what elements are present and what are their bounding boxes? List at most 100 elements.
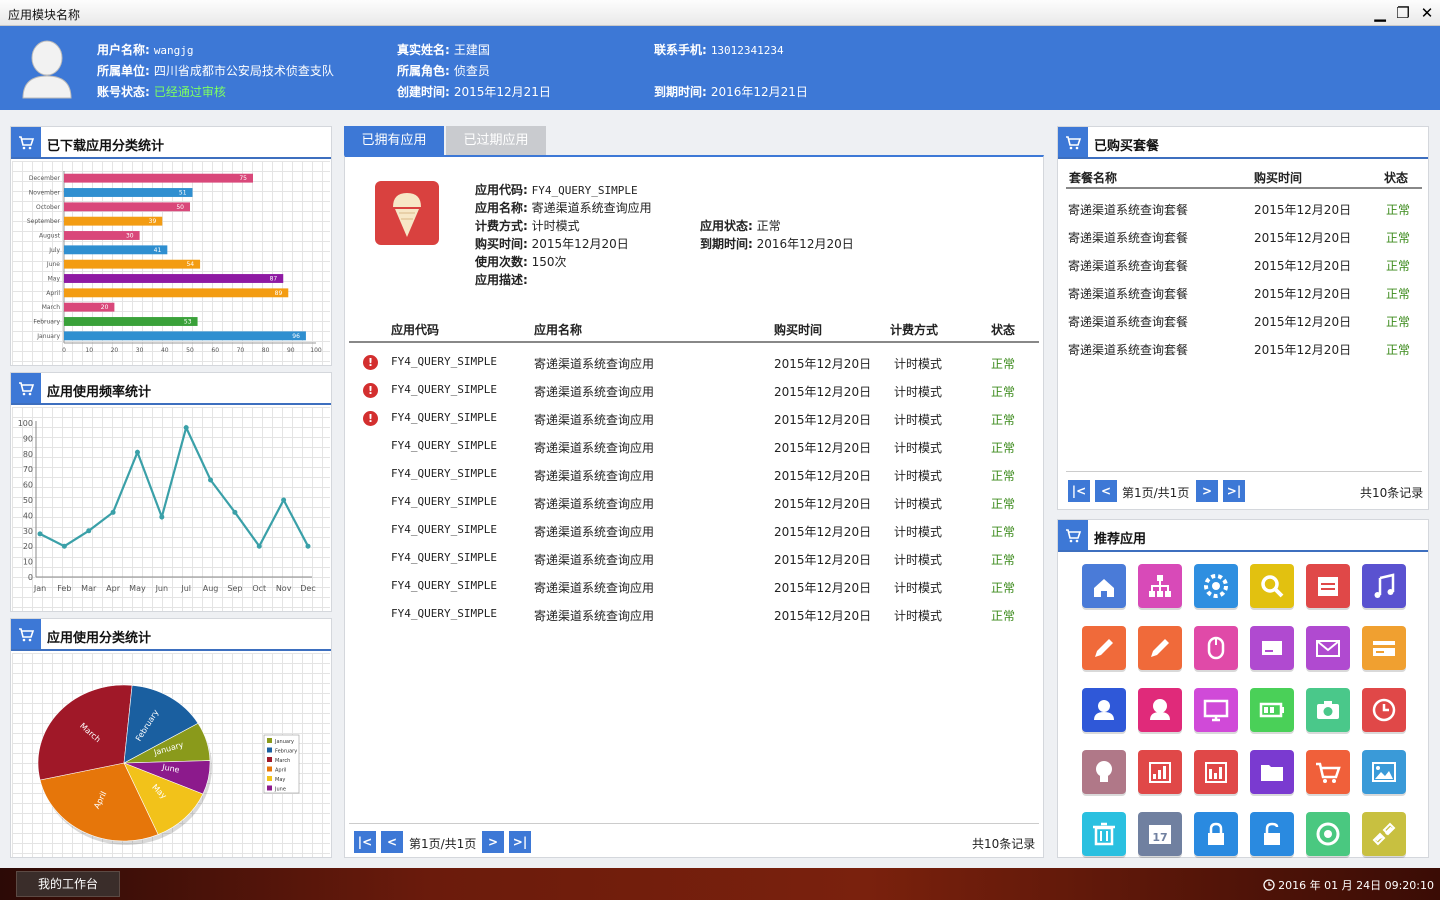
line-point: [305, 543, 311, 549]
bar-category-label: May: [48, 276, 61, 283]
music-icon: [1374, 573, 1395, 598]
next-page-button[interactable]: >: [482, 831, 504, 853]
monitor-app-tile[interactable]: [1194, 688, 1238, 732]
link-app-tile[interactable]: [1362, 812, 1406, 856]
cell-name: 寄递渠道系统查询应用: [534, 385, 655, 399]
line-point: [232, 509, 238, 515]
created-value: 2015年12月21日: [453, 85, 551, 99]
wallet-app-tile[interactable]: [1362, 626, 1406, 670]
x-tick-label: Jul: [180, 584, 191, 593]
record-count: 共10条记录: [1360, 486, 1424, 500]
lock-icon: [1208, 822, 1224, 845]
cell-package-date: 2015年12月20日: [1254, 231, 1352, 245]
bar-category-label: December: [29, 175, 61, 182]
bar-chart-app-tile[interactable]: [1194, 750, 1238, 794]
last-page-button[interactable]: >|: [1223, 480, 1245, 502]
calendar-app-tile[interactable]: [1306, 564, 1350, 608]
music-app-tile[interactable]: [1362, 564, 1406, 608]
image-app-tile[interactable]: [1362, 750, 1406, 794]
chart-app-tile[interactable]: [1138, 750, 1182, 794]
code-label: 应用代码:: [475, 183, 528, 197]
lock-app-tile[interactable]: [1194, 812, 1238, 856]
settings-app-tile[interactable]: [1194, 564, 1238, 608]
cell-package-name: 寄递渠道系统查询套餐: [1068, 343, 1189, 357]
table-row[interactable]: FY4_QUERY_SIMPLE 寄递渠道系统查询应用 2015年12月20日 计时模…: [349, 461, 1039, 489]
cell-status: 正常: [991, 357, 1016, 371]
package-row[interactable]: 寄递渠道系统查询套餐 2015年12月20日 正常: [1066, 307, 1422, 335]
user-info-header: 用户名称: wangjg 所属单位: 四川省成都市公安局技术侦查支队 账号状态: 已经…: [0, 26, 1440, 110]
camera-app-tile[interactable]: [1306, 688, 1350, 732]
edit-app-tile[interactable]: [1138, 626, 1182, 670]
last-page-button[interactable]: >|: [509, 831, 531, 853]
unlock-app-tile[interactable]: [1250, 812, 1294, 856]
clock-icon: [1372, 698, 1396, 722]
table-row[interactable]: FY4_QUERY_SIMPLE 寄递渠道系统查询应用 2015年12月20日 计时模…: [349, 517, 1039, 545]
bar: [64, 317, 198, 326]
cell-code: FY4_QUERY_SIMPLE: [391, 383, 497, 396]
trash-app-tile[interactable]: [1082, 812, 1126, 856]
workspace-button[interactable]: 我的工作台: [16, 871, 120, 897]
package-row[interactable]: 寄递渠道系统查询套餐 2015年12月20日 正常: [1066, 335, 1422, 363]
battery-app-tile[interactable]: [1250, 688, 1294, 732]
col-package-name: 套餐名称: [1069, 171, 1118, 185]
restore-button[interactable]: ❐: [1393, 3, 1413, 23]
table-row[interactable]: ! FY4_QUERY_SIMPLE 寄递渠道系统查询应用 2015年12月20日 计时…: [349, 377, 1039, 405]
folder-app-tile[interactable]: [1250, 750, 1294, 794]
user-app-tile[interactable]: [1082, 688, 1126, 732]
table-row[interactable]: FY4_QUERY_SIMPLE 寄递渠道系统查询应用 2015年12月20日 计时模…: [349, 433, 1039, 461]
clock-icon: [1262, 879, 1275, 891]
prev-page-button[interactable]: <: [1095, 480, 1117, 502]
cart-icon: [1316, 762, 1341, 783]
bulb-icon: [1096, 761, 1112, 782]
cart-icon: [11, 619, 41, 649]
home-app-tile[interactable]: [1082, 564, 1126, 608]
warning-icon: !: [363, 383, 378, 398]
y-tick-label: 80: [23, 450, 33, 459]
clock-text: 2016 年 01 月 24日 09:20:10: [1278, 879, 1434, 892]
mail-app-tile[interactable]: [1306, 626, 1350, 670]
close-button[interactable]: ✕: [1417, 3, 1437, 23]
next-page-button[interactable]: >: [1196, 480, 1218, 502]
minimize-button[interactable]: ▁: [1370, 3, 1390, 23]
cell-status: 正常: [991, 385, 1016, 399]
package-row[interactable]: 寄递渠道系统查询套餐 2015年12月20日 正常: [1066, 279, 1422, 307]
buy-label: 购买时间:: [475, 237, 528, 251]
search-app-tile[interactable]: [1250, 564, 1294, 608]
sitemap-app-tile[interactable]: [1138, 564, 1182, 608]
package-row[interactable]: 寄递渠道系统查询套餐 2015年12月20日 正常: [1066, 223, 1422, 251]
cart-app-tile[interactable]: [1306, 750, 1350, 794]
package-row[interactable]: 寄递渠道系统查询套餐 2015年12月20日 正常: [1066, 251, 1422, 279]
card-app-tile[interactable]: [1250, 626, 1294, 670]
expire-value: 2016年12月21日: [710, 85, 808, 99]
table-row[interactable]: FY4_QUERY_SIMPLE 寄递渠道系统查询应用 2015年12月20日 计时模…: [349, 545, 1039, 573]
table-row[interactable]: FY4_QUERY_SIMPLE 寄递渠道系统查询应用 2015年12月20日 计时模…: [349, 573, 1039, 601]
package-row[interactable]: 寄递渠道系统查询套餐 2015年12月20日 正常: [1066, 195, 1422, 223]
x-tick-label: 80: [262, 347, 270, 354]
phone-label: 联系手机:: [654, 43, 707, 57]
first-page-button[interactable]: |<: [354, 831, 376, 853]
calendar-17-app-tile[interactable]: 17: [1138, 812, 1182, 856]
x-tick-label: 10: [85, 347, 93, 354]
pencil-app-tile[interactable]: [1082, 626, 1126, 670]
clock-app-tile[interactable]: [1362, 688, 1406, 732]
cell-billing: 计时模式: [894, 357, 943, 371]
bar-value-label: 96: [292, 333, 300, 340]
x-tick-label: Sep: [227, 584, 242, 593]
title-bar: 应用模块名称 ▁ ❐ ✕: [0, 0, 1440, 26]
bulb-app-tile[interactable]: [1082, 750, 1126, 794]
cell-billing: 计时模式: [894, 469, 943, 483]
table-row[interactable]: ! FY4_QUERY_SIMPLE 寄递渠道系统查询应用 2015年12月20日 计时…: [349, 405, 1039, 433]
chrome-app-tile[interactable]: [1306, 812, 1350, 856]
category-stats-panel: 应用使用分类统计 January June May April March Februar…: [10, 618, 332, 858]
user-female-app-tile[interactable]: [1138, 688, 1182, 732]
table-row[interactable]: ! FY4_QUERY_SIMPLE 寄递渠道系统查询应用 2015年12月20日 计时…: [349, 349, 1039, 377]
table-row[interactable]: FY4_QUERY_SIMPLE 寄递渠道系统查询应用 2015年12月20日 计时模…: [349, 601, 1039, 629]
prev-page-button[interactable]: <: [381, 831, 403, 853]
tab-expired-apps[interactable]: 已过期应用: [446, 126, 546, 156]
mouse-app-tile[interactable]: [1194, 626, 1238, 670]
system-clock: 2016 年 01 月 24日 09:20:10: [1262, 877, 1434, 893]
table-row[interactable]: FY4_QUERY_SIMPLE 寄递渠道系统查询应用 2015年12月20日 计时模…: [349, 489, 1039, 517]
user-avatar-icon: [22, 40, 72, 99]
first-page-button[interactable]: |<: [1068, 480, 1090, 502]
tab-owned-apps[interactable]: 已拥有应用: [344, 126, 444, 156]
